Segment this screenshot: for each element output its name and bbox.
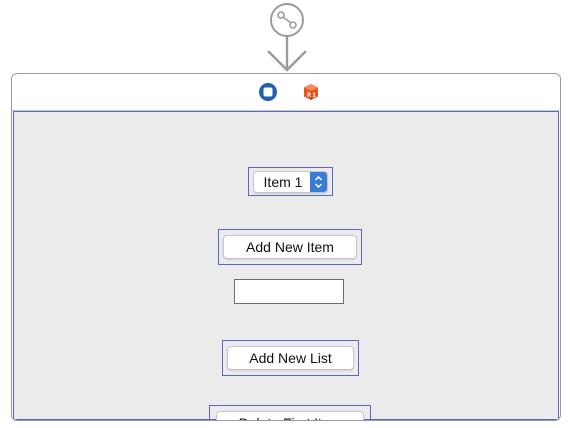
main-view: Item 1 Add New Item Add New List Delet — [13, 111, 559, 420]
entry-point-arrow-icon — [267, 3, 307, 72]
popup-selected-label: Item 1 — [263, 173, 303, 190]
item-popup-button[interactable]: Item 1 — [252, 170, 329, 193]
item-popup-selection[interactable]: Item 1 — [248, 167, 333, 196]
first-responder-cube-icon[interactable]: R 1 — [301, 82, 321, 102]
new-item-text-field[interactable] — [234, 279, 344, 304]
add-item-selection[interactable]: Add New Item — [218, 229, 362, 265]
view-controller-icon[interactable] — [258, 82, 278, 102]
scene-dock: R 1 — [12, 74, 560, 111]
delete-first-item-button[interactable]: Delete First Item — [216, 411, 364, 420]
view-controller-scene[interactable]: R 1 Item 1 Add New Item Add New List — [11, 73, 561, 421]
add-new-list-button[interactable]: Add New List — [227, 346, 354, 370]
add-list-selection[interactable]: Add New List — [222, 340, 359, 376]
delete-first-selection[interactable]: Delete First Item — [209, 405, 371, 420]
add-new-item-button[interactable]: Add New Item — [223, 235, 357, 259]
svg-text:R: R — [307, 93, 312, 99]
chevron-updown-icon — [310, 171, 328, 192]
